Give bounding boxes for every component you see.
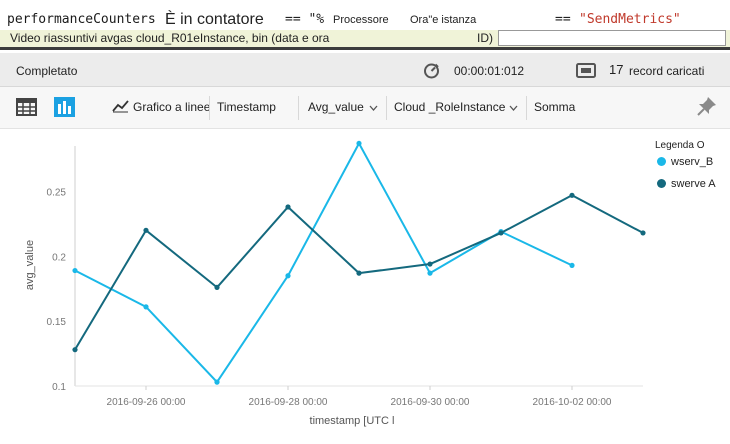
split-field-dropdown[interactable]: Cloud _RoleInstance: [394, 100, 518, 114]
aggregation-selector[interactable]: Somma: [534, 100, 575, 114]
query-line-1: performanceCounters È in contatore == "%…: [0, 10, 730, 30]
y-axis-title: avg_value: [24, 240, 36, 290]
toolbar-divider: [298, 96, 299, 120]
legend-swatch: [657, 179, 666, 188]
y-tick-label: 0.25: [47, 187, 67, 198]
status-records-label: record caricati: [629, 64, 705, 78]
data-point: [356, 270, 362, 276]
x-tick-label: 2016-09-30 00:00: [391, 397, 470, 408]
data-point: [427, 270, 433, 276]
query-word-1: Processore: [333, 14, 389, 26]
legend-item-series-2[interactable]: swerve A: [657, 178, 716, 190]
data-point: [498, 230, 504, 236]
chart-area: 0.1 0.15 0.2 0.25 2016-09-26 00:00 2016-09-28…: [0, 130, 730, 444]
data-point: [214, 379, 220, 385]
toolbar-divider: [209, 96, 210, 120]
chart-toolbar: Grafico a linee Timestamp Avg_value Clou…: [0, 87, 730, 129]
x-field-selector[interactable]: Timestamp: [217, 100, 276, 114]
status-state: Completato: [16, 64, 78, 78]
records-icon: [576, 63, 596, 78]
pin-button[interactable]: [697, 96, 717, 119]
y-field-label: Avg_value: [308, 100, 364, 114]
query-editor[interactable]: performanceCounters È in contatore == "%…: [0, 0, 730, 50]
legend-label: wserv_B: [671, 156, 714, 168]
split-field-label: Cloud _RoleInstance: [394, 100, 506, 114]
data-point: [285, 273, 291, 279]
chart-type-label: Grafico a linee: [133, 100, 211, 114]
chart-view-button[interactable]: [54, 97, 75, 120]
query-line-2-text: Video riassuntivi avgas cloud_R01eInstan…: [10, 31, 330, 45]
status-duration: 00:00:01:012: [454, 64, 525, 78]
legend-item-series-1[interactable]: wserv_B: [657, 156, 713, 168]
data-point: [427, 261, 433, 267]
legend-swatch: [657, 157, 666, 166]
y-tick-label: 0.2: [52, 252, 66, 263]
data-point: [214, 284, 220, 291]
data-point: [569, 262, 575, 268]
table-view-button[interactable]: [16, 98, 37, 119]
query-operator-1: == "%: [285, 12, 325, 27]
legend-label: swerve A: [671, 178, 716, 190]
query-table-name: performanceCounters: [7, 12, 156, 27]
query-value: "SendMetrics": [579, 12, 681, 27]
query-input-box[interactable]: [498, 30, 726, 46]
x-tick-label: 2016-10-02 00:00: [533, 397, 612, 408]
data-point: [143, 227, 149, 233]
x-tick-label: 2016-09-28 00:00: [249, 397, 328, 408]
bar-chart-icon: [54, 97, 75, 117]
y-tick-label: 0.15: [47, 317, 67, 328]
toolbar-divider: [386, 96, 387, 120]
x-tick-label: 2016-09-26 00:00: [107, 397, 186, 408]
x-axis-title: timestamp [UTC l: [310, 415, 395, 427]
data-point: [640, 230, 646, 236]
line-chart: 0.1 0.15 0.2 0.25 2016-09-26 00:00 2016-09-28…: [24, 140, 646, 427]
data-point: [285, 204, 291, 210]
query-operator-2: ==: [555, 12, 571, 27]
data-point: [72, 267, 78, 274]
data-point: [143, 304, 149, 310]
series-line-1: [74, 142, 573, 384]
toolbar-divider: [526, 96, 527, 120]
pin-icon: [697, 97, 716, 116]
query-phrase: È in contatore: [165, 11, 264, 28]
chevron-down-icon: [509, 105, 518, 111]
line-chart-icon: [112, 100, 129, 113]
y-tick-label: 0.1: [52, 382, 66, 393]
y-field-dropdown[interactable]: Avg_value: [308, 100, 378, 114]
table-grid-icon: [16, 98, 37, 116]
legend-title: Legenda O: [655, 140, 705, 151]
stopwatch-icon: [424, 63, 439, 79]
query-line-2-tail: ID): [477, 31, 493, 45]
chevron-down-icon: [369, 105, 378, 111]
status-bar: Completato 00:00:01:012 17 record carica…: [0, 53, 730, 87]
query-word-2: Ora"e istanza: [410, 14, 477, 26]
data-point: [569, 192, 575, 198]
status-records-count: 17: [609, 62, 624, 77]
data-point: [356, 140, 362, 147]
data-point: [72, 347, 78, 353]
